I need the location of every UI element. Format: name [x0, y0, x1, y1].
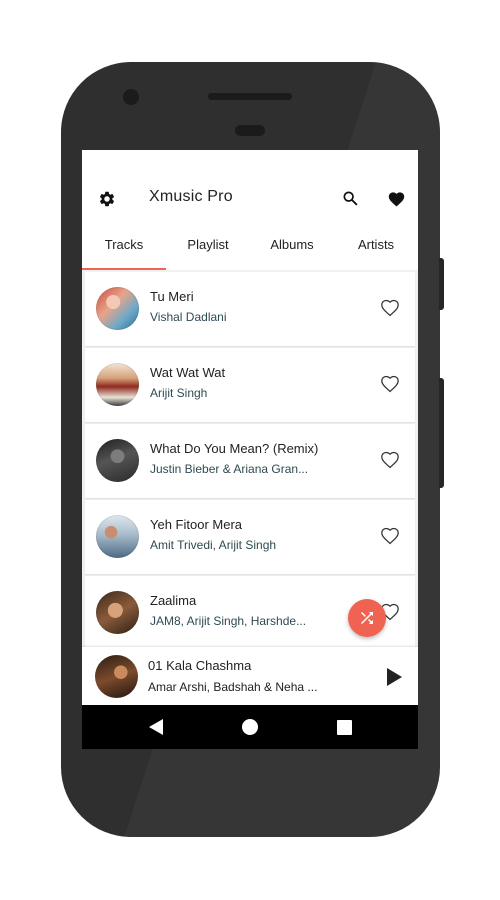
- track-title: Yeh Fitoor Mera: [150, 517, 243, 532]
- heart-outline-icon[interactable]: [379, 449, 401, 469]
- proximity-sensor: [235, 125, 265, 136]
- track-title: Zaalima: [150, 593, 197, 608]
- tab-tracks[interactable]: Tracks: [82, 230, 166, 270]
- tab-artists[interactable]: Artists: [334, 230, 418, 270]
- track-artist: Arijit Singh: [150, 386, 208, 400]
- favorites-button[interactable]: [384, 186, 408, 210]
- track-title: What Do You Mean? (Remix): [150, 441, 319, 456]
- search-icon: [343, 191, 358, 206]
- play-icon[interactable]: [384, 666, 404, 688]
- track-title: Tu Meri: [150, 289, 194, 304]
- track-list: Tu Meri Vishal Dadlani Wat Wat Wat Ariji…: [82, 270, 418, 650]
- recents-square-icon: [336, 719, 352, 735]
- track-artist: Amit Trivedi, Arijit Singh: [150, 538, 277, 552]
- shuffle-button[interactable]: [348, 599, 386, 637]
- album-art: [96, 439, 139, 482]
- power-button: [439, 258, 444, 310]
- gear-icon: [99, 191, 115, 207]
- heart-filled-icon: [388, 191, 404, 206]
- app-screen: Xmusic Pro Tracks Playlist Albums Artist…: [82, 150, 418, 749]
- track-row[interactable]: Wat Wat Wat Arijit Singh: [85, 348, 415, 422]
- track-artist: Justin Bieber & Ariana Gran...: [150, 462, 309, 476]
- track-artist: Vishal Dadlani: [150, 310, 227, 324]
- back-triangle-icon: [149, 719, 163, 735]
- album-art: [96, 363, 139, 406]
- tab-bar: Tracks Playlist Albums Artists: [82, 230, 418, 270]
- shuffle-icon: [361, 612, 373, 624]
- front-camera: [123, 89, 139, 105]
- now-playing-title: 01 Kala Chashma: [148, 658, 252, 673]
- system-nav-bar: [82, 705, 418, 749]
- now-playing-bar[interactable]: 01 Kala Chashma Amar Arshi, Badshah & Ne…: [82, 647, 418, 705]
- album-art: [96, 515, 139, 558]
- track-title: Wat Wat Wat: [150, 365, 226, 380]
- heart-outline-icon[interactable]: [379, 525, 401, 545]
- search-button[interactable]: [339, 187, 361, 209]
- tab-albums[interactable]: Albums: [250, 230, 334, 270]
- track-row[interactable]: Yeh Fitoor Mera Amit Trivedi, Arijit Sin…: [85, 500, 415, 574]
- heart-outline-icon[interactable]: [379, 297, 401, 317]
- earpiece-speaker: [208, 93, 292, 100]
- tab-playlist[interactable]: Playlist: [166, 230, 250, 270]
- track-artist: JAM8, Arijit Singh, Harshde...: [150, 614, 307, 628]
- track-row[interactable]: Tu Meri Vishal Dadlani: [85, 272, 415, 346]
- home-circle-icon: [242, 719, 258, 735]
- album-art: [96, 287, 139, 330]
- now-playing-album-art: [95, 655, 138, 698]
- nav-back-button[interactable]: [126, 705, 186, 749]
- app-title: Xmusic Pro: [149, 188, 233, 205]
- settings-button[interactable]: [96, 188, 118, 210]
- album-art: [96, 591, 139, 634]
- app-bar: Xmusic Pro Tracks Playlist Albums Artist…: [82, 150, 418, 270]
- volume-button: [439, 378, 444, 488]
- track-row[interactable]: What Do You Mean? (Remix) Justin Bieber …: [85, 424, 415, 498]
- nav-home-button[interactable]: [220, 705, 280, 749]
- nav-recents-button[interactable]: [314, 705, 374, 749]
- heart-outline-icon[interactable]: [379, 373, 401, 393]
- now-playing-artist: Amar Arshi, Badshah & Neha ...: [148, 680, 318, 694]
